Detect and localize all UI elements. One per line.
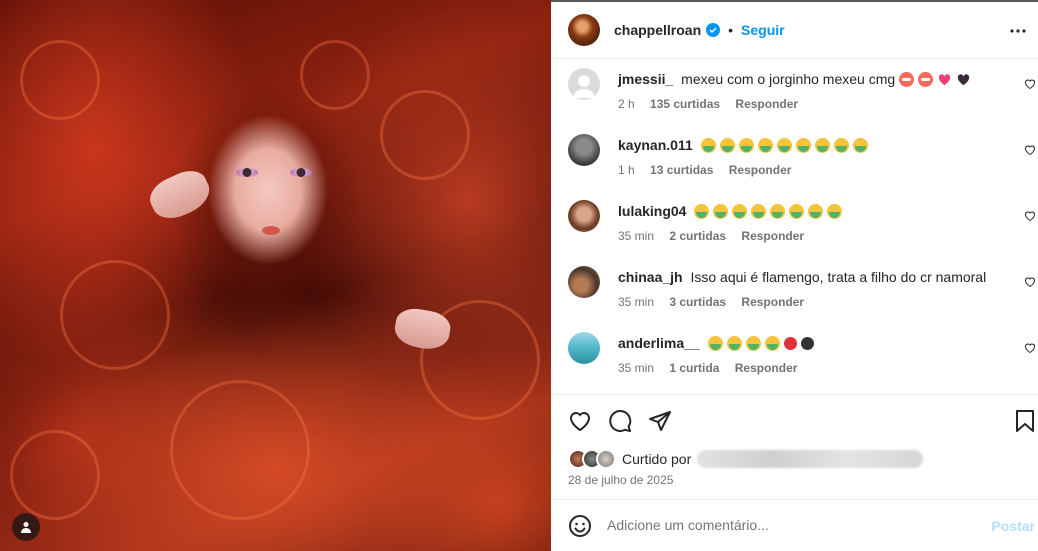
comment-time: 35 min [618,295,655,309]
like-comment-heart-icon[interactable] [1024,276,1036,288]
like-comment-heart-icon[interactable] [1024,210,1036,222]
like-comment-heart-icon[interactable] [1024,144,1036,156]
author-username[interactable]: chappellroan [614,22,701,38]
comment-item: lulaking04 35 min 2 curtidas Responder [551,192,1038,258]
sick-emoji-icon [719,138,735,153]
reply-button[interactable]: Responder [735,361,798,375]
reply-button[interactable]: Responder [741,229,804,243]
sick-emoji-icon [789,204,805,219]
comment-item: kaynan.011 1 h 13 curtidas Responder [551,126,1038,192]
rage-emoji-icon [899,72,915,87]
liker-avatar [596,449,616,469]
pink-heart-emoji-icon [937,72,952,87]
like-comment-heart-icon[interactable] [1024,342,1036,354]
black-heart-emoji-icon [956,72,971,87]
commenter-avatar[interactable] [568,134,600,166]
sick-emoji-icon [776,138,792,153]
sick-emoji-icon [732,204,748,219]
comment-likes[interactable]: 3 curtidas [669,295,726,309]
post-date[interactable]: 28 de julho de 2025 [568,473,673,487]
comment-bubble-icon[interactable] [608,409,632,433]
comment-item: chinaa_jh Isso aqui é flamengo, trata a … [551,258,1038,324]
comment-item: anderlima__ 35 min 1 curtida Responder [551,324,1038,390]
sick-emoji-icon [827,204,843,219]
comment-likes[interactable]: 135 curtidas [650,97,720,111]
sick-emoji-icon [713,204,729,219]
comment-input[interactable] [607,517,967,533]
author-avatar[interactable] [568,14,600,46]
sick-emoji-icon [745,336,761,351]
comment-text: Isso aqui é flamengo, trata a filho do c… [690,269,987,285]
comment-username[interactable]: jmessii_ [618,71,673,87]
sick-emoji-icon [764,336,780,351]
emoji-smile-icon[interactable] [568,514,592,538]
comments-list[interactable]: jmessii_ mexeu com o jorginho mexeu cmg … [551,60,1038,394]
follow-button[interactable]: Seguir [741,22,785,38]
comment-time: 2 h [618,97,635,111]
like-heart-icon[interactable] [568,409,592,433]
sick-emoji-icon [751,204,767,219]
sick-emoji-icon [833,138,849,153]
comment-username[interactable]: lulaking04 [618,203,686,219]
sick-emoji-icon [808,204,824,219]
sick-emoji-icon [694,204,710,219]
post-actions: Curtido por 28 de julho de 2025 [551,394,1038,500]
post-photo[interactable] [0,0,551,551]
tagged-user-button[interactable] [12,513,40,541]
reply-button[interactable]: Responder [735,97,798,111]
verified-badge-icon [706,23,721,37]
comment-item: jmessii_ mexeu com o jorginho mexeu cmg … [551,60,1038,126]
comment-time: 1 h [618,163,635,177]
commenter-avatar[interactable] [568,332,600,364]
reply-button[interactable]: Responder [729,163,792,177]
sick-emoji-icon [700,138,716,153]
sick-emoji-icon [726,336,742,351]
comment-likes[interactable]: 1 curtida [669,361,719,375]
liked-by-names-blurred [697,450,924,468]
rage-emoji-icon [918,72,934,87]
more-options-icon[interactable] [1006,19,1030,43]
comment-time: 35 min [618,361,655,375]
liked-by-label: Curtido por [622,451,692,467]
save-bookmark-icon[interactable] [1013,409,1037,433]
sick-emoji-icon [757,138,773,153]
commenter-avatar[interactable] [568,68,600,100]
sick-emoji-icon [707,336,723,351]
sick-emoji-icon [814,138,830,153]
like-comment-heart-icon[interactable] [1024,78,1036,90]
post-header: chappellroan • Seguir [551,2,1038,59]
red-circle-emoji-icon [783,337,797,350]
share-send-icon[interactable] [648,409,672,433]
sick-emoji-icon [852,138,868,153]
liked-by-row[interactable]: Curtido por [568,449,924,469]
comment-time: 35 min [618,229,655,243]
post-comment-button[interactable]: Postar [991,518,1035,534]
separator-dot: • [728,22,734,38]
reply-button[interactable]: Responder [741,295,804,309]
comment-likes[interactable]: 13 curtidas [650,163,713,177]
comment-text: mexeu com o jorginho mexeu cmg [681,71,896,87]
post-panel: chappellroan • Seguir jmessii_ mexeu com… [551,0,1038,551]
commenter-avatar[interactable] [568,266,600,298]
user-icon [21,522,31,533]
comment-username[interactable]: chinaa_jh [618,269,683,285]
comment-username[interactable]: anderlima__ [618,335,700,351]
sick-emoji-icon [795,138,811,153]
add-comment-bar: Postar [551,500,1038,551]
black-circle-emoji-icon [800,337,814,350]
comment-likes[interactable]: 2 curtidas [669,229,726,243]
sick-emoji-icon [738,138,754,153]
comment-username[interactable]: kaynan.011 [618,137,693,153]
sick-emoji-icon [770,204,786,219]
commenter-avatar[interactable] [568,200,600,232]
